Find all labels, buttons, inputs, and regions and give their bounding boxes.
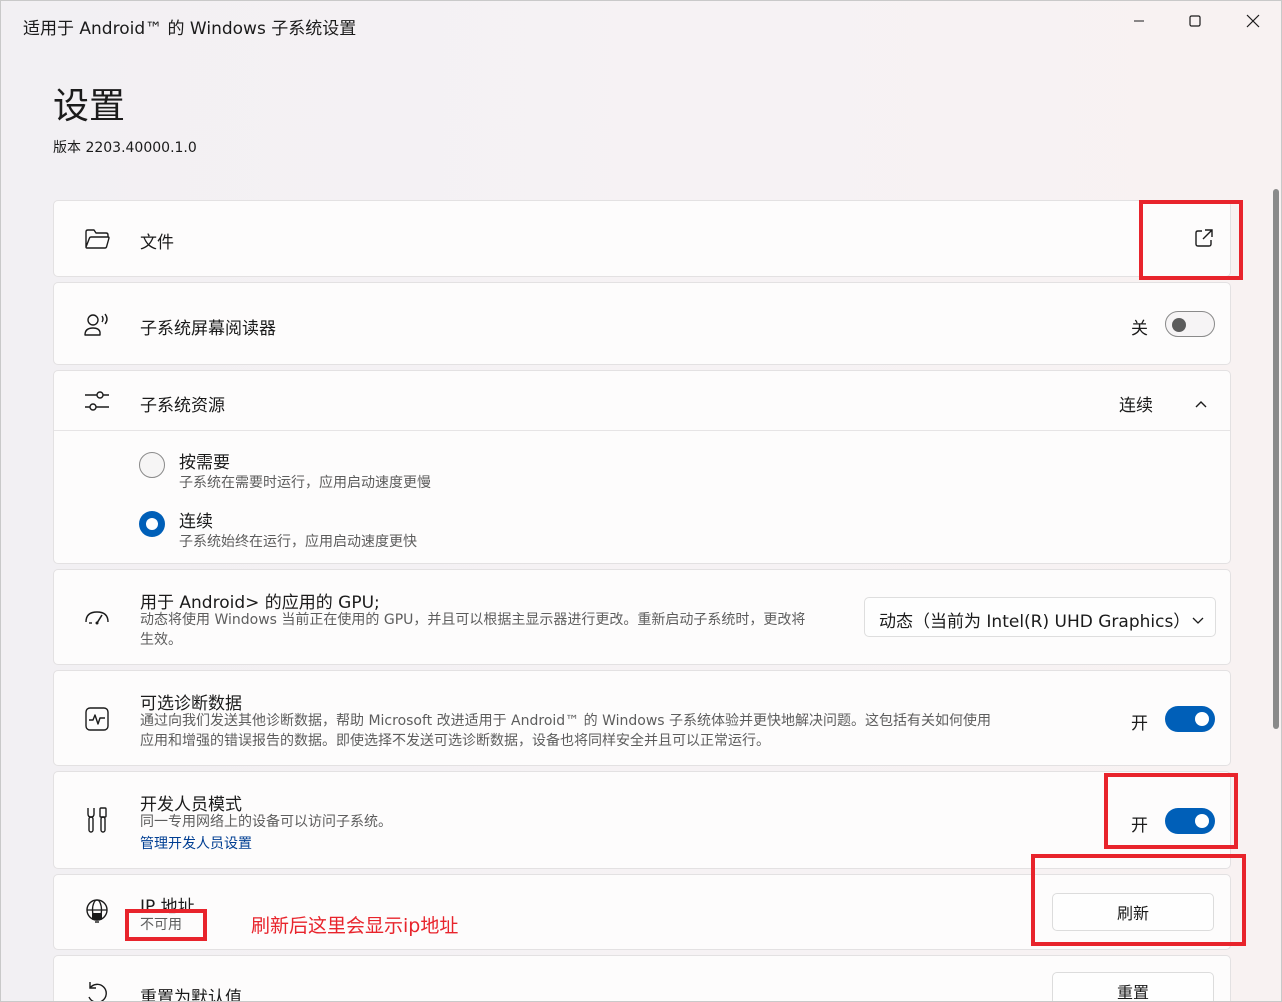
radio-on-demand-desc: 子系统在需要时运行，应用启动速度更慢	[179, 475, 431, 491]
chevron-down-icon	[1191, 610, 1205, 630]
annotation-box-ip-value	[125, 909, 207, 941]
diagnostics-desc-line1: 通过向我们发送其他诊断数据，帮助 Microsoft 改进适用于 Android…	[140, 713, 992, 729]
page-title: 设置	[53, 86, 126, 127]
gpu-desc-line1: 动态将使用 Windows 当前正在使用的 GPU，并且可以根据主显示器进行更改…	[140, 612, 806, 628]
files-card[interactable]: 文件	[53, 200, 1231, 277]
minimize-button[interactable]	[1111, 1, 1167, 41]
radio-continuous-desc: 子系统始终在运行，应用启动速度更快	[179, 534, 417, 550]
scrollbar-thumb[interactable]	[1273, 189, 1279, 729]
gpu-dropdown-value: 动态（当前为 Intel(R) UHD Graphics）	[879, 612, 1191, 632]
screen-reader-label: 子系统屏幕阅读器	[140, 319, 276, 339]
maximize-button[interactable]	[1167, 1, 1223, 41]
sliders-icon	[82, 386, 112, 416]
chevron-up-icon	[1194, 394, 1208, 413]
resources-value: 连续	[1119, 396, 1153, 416]
resources-label: 子系统资源	[140, 396, 225, 416]
annotation-box-developer-toggle	[1104, 773, 1238, 849]
resources-divider	[54, 430, 1230, 431]
screen-reader-toggle[interactable]	[1165, 311, 1215, 337]
gpu-dropdown[interactable]: 动态（当前为 Intel(R) UHD Graphics）	[864, 597, 1216, 637]
app-window: 适用于 Android™ 的 Windows 子系统设置 设置 版本 2203.…	[0, 0, 1282, 1002]
reset-card: 重置为默认值 重置	[53, 955, 1231, 1002]
reset-button[interactable]: 重置	[1052, 972, 1214, 1001]
annotation-box-refresh	[1031, 854, 1246, 946]
screen-reader-icon	[82, 310, 112, 340]
gpu-desc-line2: 生效。	[140, 632, 182, 648]
title-bar: 适用于 Android™ 的 Windows 子系统设置	[1, 1, 1281, 51]
developer-desc: 同一专用网络上的设备可以访问子系统。	[140, 814, 392, 830]
close-icon	[1246, 14, 1260, 28]
screen-reader-card: 子系统屏幕阅读器 关	[53, 282, 1231, 365]
version-label: 版本 2203.40000.1.0	[53, 140, 197, 156]
radio-continuous[interactable]	[139, 511, 165, 537]
diagnostics-state: 开	[1131, 714, 1148, 734]
gauge-icon	[82, 603, 112, 633]
radio-on-demand-label: 按需要	[179, 453, 230, 473]
close-button[interactable]	[1225, 1, 1281, 41]
reset-icon	[82, 978, 112, 1001]
manage-developer-settings-link[interactable]: 管理开发人员设置	[140, 833, 252, 853]
screen-reader-state: 关	[1131, 319, 1148, 339]
maximize-icon	[1189, 15, 1201, 27]
radio-continuous-label: 连续	[179, 512, 213, 532]
annotation-note: 刷新后这里会显示ip地址	[251, 915, 459, 937]
radio-on-demand[interactable]	[139, 452, 165, 478]
resources-card: 子系统资源 连续 按需要 子系统在需要时运行，应用启动速度更慢 连续 子系统始终…	[53, 370, 1231, 564]
resources-header[interactable]: 子系统资源 连续	[54, 371, 1230, 430]
gpu-card: 用于 Android> 的应用的 GPU; 动态将使用 Windows 当前正在…	[53, 569, 1231, 665]
folder-icon	[82, 224, 112, 254]
diagnostics-toggle[interactable]	[1165, 706, 1215, 732]
annotation-box-open-files	[1139, 200, 1243, 280]
diagnostics-desc-line2: 应用和增强的错误报告的数据。即使选择不发送可选诊断数据，设备也将同样安全并且可以…	[140, 733, 770, 749]
window-title: 适用于 Android™ 的 Windows 子系统设置	[23, 19, 357, 39]
tools-icon	[82, 805, 112, 835]
diagnostics-card: 可选诊断数据 通过向我们发送其他诊断数据，帮助 Microsoft 改进适用于 …	[53, 670, 1231, 766]
activity-icon	[82, 704, 112, 734]
reset-label: 重置为默认值	[140, 988, 242, 1002]
minimize-icon	[1133, 15, 1145, 27]
globe-icon	[82, 897, 112, 927]
files-label: 文件	[140, 233, 174, 253]
